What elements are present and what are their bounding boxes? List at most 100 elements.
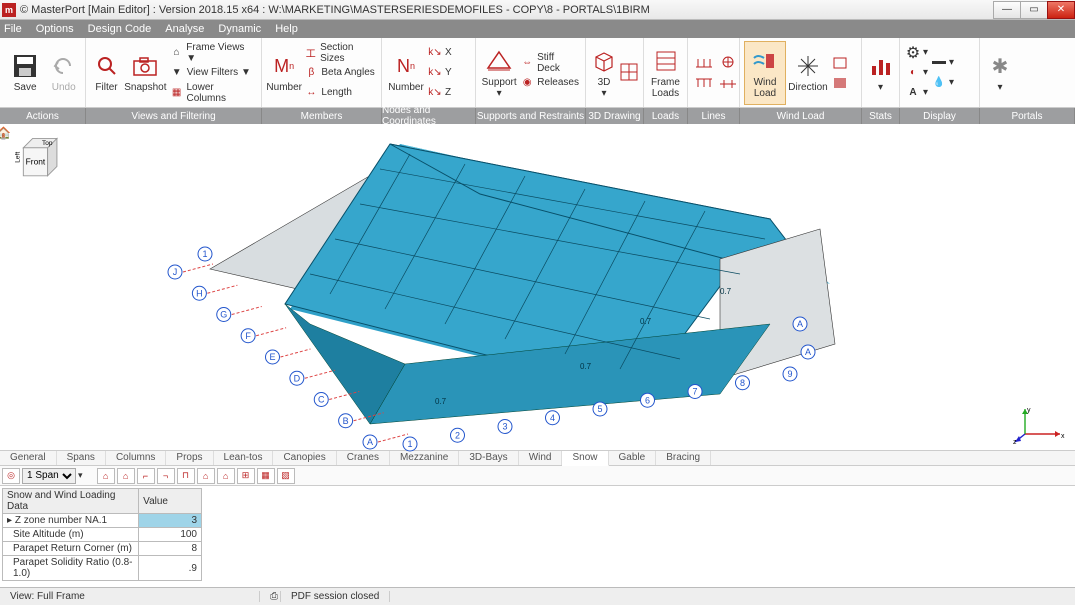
- frame-loads-button[interactable]: Frame Loads: [648, 41, 683, 105]
- tab-props[interactable]: Props: [166, 451, 213, 465]
- tab-general[interactable]: General: [0, 451, 57, 465]
- chart-icon: [867, 52, 895, 80]
- tb4[interactable]: ¬: [157, 468, 175, 484]
- menu-help[interactable]: Help: [275, 23, 298, 35]
- lines-btn2[interactable]: [694, 75, 714, 93]
- portals-button[interactable]: ✱ ▾: [984, 41, 1016, 105]
- direction-button[interactable]: Direction: [786, 41, 830, 105]
- wind-btn1[interactable]: [832, 54, 848, 72]
- tab-cranes[interactable]: Cranes: [337, 451, 390, 465]
- save-icon: [11, 52, 39, 80]
- theme-button[interactable]: ◐▾: [906, 64, 928, 82]
- line-style-button[interactable]: ▾: [932, 54, 954, 72]
- tab-columns[interactable]: Columns: [106, 451, 166, 465]
- tab-leantos[interactable]: Lean-tos: [214, 451, 274, 465]
- prop-row-zone[interactable]: ▸ Z zone number NA.13: [3, 514, 202, 528]
- coord-y-button[interactable]: k↘Y: [428, 64, 452, 82]
- undo-button[interactable]: Undo: [46, 41, 81, 105]
- member-number-button[interactable]: Mn Number: [266, 41, 302, 105]
- frame-loads-icon: [652, 47, 680, 75]
- view-filters-button[interactable]: ▼View Filters ▼: [170, 64, 255, 82]
- ribbon-group-views: Filter Snapshot ⌂Frame Views ▼ ▼View Fil…: [86, 38, 262, 107]
- stats-button[interactable]: ▾: [866, 41, 895, 105]
- lines-btn1[interactable]: [694, 53, 714, 71]
- coord-z-button[interactable]: k↘Z: [428, 84, 452, 102]
- target-button[interactable]: ◎: [2, 468, 20, 484]
- title-bar: m © MasterPort [Main Editor] : Version 2…: [0, 0, 1075, 20]
- magnify-icon: [93, 52, 121, 80]
- tab-mezzanine[interactable]: Mezzanine: [390, 451, 459, 465]
- tb2[interactable]: ⌂: [117, 468, 135, 484]
- wind-load-button[interactable]: Wind Load: [744, 41, 786, 105]
- compass-icon: [794, 52, 822, 80]
- close-button[interactable]: ✕: [1047, 1, 1075, 19]
- lines-btn4[interactable]: [718, 75, 738, 93]
- 3d-alt-button[interactable]: [618, 41, 640, 105]
- section-sizes-button[interactable]: 工Section Sizes: [304, 44, 375, 62]
- span-select[interactable]: 1 Span: [22, 468, 76, 484]
- node-number-button[interactable]: Nn Number: [386, 41, 426, 105]
- tab-gable[interactable]: Gable: [609, 451, 657, 465]
- menu-options[interactable]: Options: [36, 23, 74, 35]
- menu-bar: File Options Design Code Analyse Dynamic…: [0, 20, 1075, 38]
- tab-bracing[interactable]: Bracing: [656, 451, 711, 465]
- svg-text:3: 3: [502, 422, 507, 432]
- ribbon-group-nodes: Nn Number k↘X k↘Y k↘Z: [382, 38, 476, 107]
- tab-canopies[interactable]: Canopies: [273, 451, 336, 465]
- coord-x-button[interactable]: k↘X: [428, 44, 452, 62]
- tab-spans[interactable]: Spans: [57, 451, 106, 465]
- viewport-3d[interactable]: 🏠 Front Left Top: [0, 124, 1075, 450]
- tb9[interactable]: ▦: [257, 468, 275, 484]
- text-button[interactable]: A▾: [906, 84, 928, 102]
- status-view: View: Full Frame: [0, 591, 260, 602]
- snapshot-button[interactable]: Snapshot: [123, 41, 168, 105]
- prop-row-parapet-corner[interactable]: Parapet Return Corner (m)8: [3, 542, 202, 556]
- funnel-icon: ▼: [170, 66, 184, 80]
- release-icon: ◉: [520, 76, 534, 90]
- tab-wind[interactable]: Wind: [519, 451, 563, 465]
- tab-3dbays[interactable]: 3D-Bays: [459, 451, 518, 465]
- lower-columns-button[interactable]: ▦Lower Columns: [170, 84, 255, 102]
- support-button[interactable]: Support ▾: [480, 41, 518, 105]
- stiff-deck-button[interactable]: ⇔Stiff Deck: [520, 54, 579, 72]
- releases-button[interactable]: ◉Releases: [520, 74, 579, 92]
- tb3[interactable]: ⌐: [137, 468, 155, 484]
- beta-icon: β: [304, 66, 318, 80]
- deck-icon: ⇔: [520, 56, 534, 70]
- tb5[interactable]: ⊓: [177, 468, 195, 484]
- prop-row-parapet-solidity[interactable]: Parapet Solidity Ratio (0.8-1.0).9: [3, 556, 202, 581]
- color-button[interactable]: 💧▾: [932, 74, 954, 92]
- tb8[interactable]: ⊞: [237, 468, 255, 484]
- menu-analyse[interactable]: Analyse: [165, 23, 204, 35]
- tb10[interactable]: ▧: [277, 468, 295, 484]
- menu-dynamic[interactable]: Dynamic: [218, 23, 261, 35]
- property-grid[interactable]: Snow and Wind Loading DataValue ▸ Z zone…: [2, 488, 202, 581]
- wind-btn2[interactable]: [832, 74, 848, 92]
- minimize-button[interactable]: —: [993, 1, 1021, 19]
- drop-icon: 💧: [932, 76, 946, 90]
- frame-views-button[interactable]: ⌂Frame Views ▼: [170, 44, 255, 62]
- 3d-button[interactable]: 3D▾: [590, 41, 618, 105]
- tab-snow[interactable]: Snow: [562, 451, 608, 466]
- tb6[interactable]: ⌂: [197, 468, 215, 484]
- svg-text:4: 4: [550, 413, 555, 423]
- tb7[interactable]: ⌂: [217, 468, 235, 484]
- length-button[interactable]: ↔Length: [304, 84, 375, 102]
- svg-text:B: B: [343, 416, 349, 426]
- window-title: © MasterPort [Main Editor] : Version 201…: [20, 4, 994, 16]
- tb1[interactable]: ⌂: [97, 468, 115, 484]
- prop-row-altitude[interactable]: Site Altitude (m)100: [3, 528, 202, 542]
- menu-design-code[interactable]: Design Code: [88, 23, 152, 35]
- settings-button[interactable]: ⚙▾: [906, 44, 928, 62]
- svg-text:x: x: [1061, 433, 1065, 440]
- lines-btn3[interactable]: [718, 53, 738, 71]
- property-panel: Snow and Wind Loading DataValue ▸ Z zone…: [0, 486, 1075, 583]
- tool-row: ◎ 1 Span ▾ ⌂ ⌂ ⌐ ¬ ⊓ ⌂ ⌂ ⊞ ▦ ▧: [0, 466, 1075, 486]
- svg-text:D: D: [294, 373, 301, 383]
- filter-button[interactable]: Filter: [90, 41, 123, 105]
- save-button[interactable]: Save: [4, 41, 46, 105]
- beta-angles-button[interactable]: βBeta Angles: [304, 64, 375, 82]
- maximize-button[interactable]: ▭: [1020, 1, 1048, 19]
- ribbon-group-members: Mn Number 工Section Sizes βBeta Angles ↔L…: [262, 38, 382, 107]
- menu-file[interactable]: File: [4, 23, 22, 35]
